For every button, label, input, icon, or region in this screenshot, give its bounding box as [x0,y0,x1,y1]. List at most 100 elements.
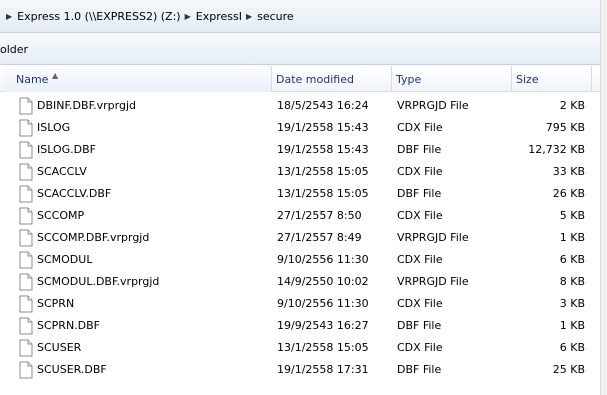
file-row[interactable]: SCCOMP 27/1/2557 8:50 CDX File 5 KB [0,205,600,227]
file-name: SCCOMP [37,209,85,222]
file-name: ISLOG.DBF [37,143,96,156]
file-date-modified: 13/1/2558 15:05 [277,341,369,354]
file-date-modified: 18/5/2543 16:24 [277,99,369,112]
file-icon [19,361,33,379]
file-type: VRPRGJD File [397,231,469,244]
file-icon [19,317,33,335]
column-header-type-label: Type [396,73,422,86]
column-header-date-label: Date modified [276,73,354,86]
column-header-size[interactable]: Size [512,66,592,92]
file-icon [19,273,33,291]
breadcrumb-drive[interactable]: Express 1.0 (\\EXPRESS2) (Z:) [17,10,180,23]
file-row[interactable]: SCUSER.DBF 19/1/2558 17:31 DBF File 25 KB [0,359,600,381]
file-icon [19,229,33,247]
file-list: DBINF.DBF.vrprgjd 18/5/2543 16:24 VRPRGJD … [0,95,600,381]
sort-ascending-icon: ▲ [52,71,59,80]
file-name: SCPRN [37,297,75,310]
file-name: SCACCLV [37,165,87,178]
file-date-modified: 27/1/2557 8:50 [277,209,362,222]
file-type: VRPRGJD File [397,99,469,112]
file-icon [19,97,33,115]
scrollbar[interactable] [600,0,607,395]
file-name: DBINF.DBF.vrprgjd [37,99,136,112]
file-type: CDX File [397,209,443,222]
file-date-modified: 14/9/2550 10:02 [277,275,369,288]
file-size: 795 KB [545,121,585,134]
file-size: 5 KB [559,209,585,222]
file-name: SCMODUL [37,253,93,266]
file-size: 3 KB [559,297,585,310]
file-icon [19,119,33,137]
file-type: DBF File [397,319,442,332]
file-row[interactable]: SCMODUL.DBF.vrprgjd 14/9/2550 10:02 VRPRGJ… [0,271,600,293]
breadcrumb: ▶ Express 1.0 (\\EXPRESS2) (Z:) ▶ Expres… [2,10,294,23]
file-size: 33 KB [552,165,585,178]
file-name: SCACCLV.DBF [37,187,112,200]
file-name: SCCOMP.DBF.vrprgjd [37,231,150,244]
file-date-modified: 27/1/2557 8:49 [277,231,362,244]
file-type: DBF File [397,363,442,376]
breadcrumb-expressi[interactable]: ExpressI [196,10,242,23]
breadcrumb-secure[interactable]: secure [257,10,294,23]
column-header-size-label: Size [516,73,539,86]
file-row[interactable]: ISLOG 19/1/2558 15:43 CDX File 795 KB [0,117,600,139]
file-icon [19,207,33,225]
file-row[interactable]: SCMODUL 9/10/2556 11:30 CDX File 6 KB [0,249,600,271]
file-row[interactable]: SCACCLV.DBF 13/1/2558 15:05 DBF File 26 KB [0,183,600,205]
chevron-right-icon[interactable]: ▶ [6,12,12,21]
file-size: 2 KB [559,99,585,112]
file-size: 12,732 KB [528,143,585,156]
file-name: SCUSER [37,341,82,354]
column-header-name[interactable]: Name ▲ [4,66,272,92]
chevron-right-icon[interactable]: ▶ [246,12,252,21]
column-header-date[interactable]: Date modified [272,66,392,92]
file-date-modified: 9/10/2556 11:30 [277,297,369,310]
file-size: 1 KB [559,231,585,244]
file-type: CDX File [397,297,443,310]
file-icon [19,141,33,159]
file-row[interactable]: ISLOG.DBF 19/1/2558 15:43 DBF File 12,732 K… [0,139,600,161]
file-name: ISLOG [37,121,71,134]
file-name: SCMODUL.DBF.vrprgjd [37,275,160,288]
column-header-row: Name ▲ Date modified Type Size [0,66,607,92]
file-icon [19,185,33,203]
column-header-name-label: Name [16,73,49,86]
file-date-modified: 9/10/2556 11:30 [277,253,369,266]
file-size: 8 KB [559,275,585,288]
file-type: CDX File [397,121,443,134]
file-date-modified: 19/1/2558 15:43 [277,121,369,134]
file-size: 26 KB [552,187,585,200]
new-folder-button[interactable]: older [0,43,28,56]
file-date-modified: 19/1/2558 15:43 [277,143,369,156]
file-size: 25 KB [552,363,585,376]
file-row[interactable]: SCUSER 13/1/2558 15:05 CDX File 6 KB [0,337,600,359]
file-type: CDX File [397,253,443,266]
command-toolbar: older [0,33,607,65]
file-date-modified: 19/9/2543 16:27 [277,319,369,332]
file-date-modified: 13/1/2558 15:05 [277,187,369,200]
file-date-modified: 19/1/2558 17:31 [277,363,369,376]
column-header-type[interactable]: Type [392,66,512,92]
file-icon [19,295,33,313]
file-size: 6 KB [559,341,585,354]
file-icon [19,251,33,269]
file-icon [19,339,33,357]
file-row[interactable]: DBINF.DBF.vrprgjd 18/5/2543 16:24 VRPRGJD … [0,95,600,117]
file-date-modified: 13/1/2558 15:05 [277,165,369,178]
file-icon [19,163,33,181]
file-type: DBF File [397,187,442,200]
file-row[interactable]: SCCOMP.DBF.vrprgjd 27/1/2557 8:49 VRPRGJD … [0,227,600,249]
file-row[interactable]: SCPRN.DBF 19/9/2543 16:27 DBF File 1 KB [0,315,600,337]
file-type: CDX File [397,341,443,354]
chevron-right-icon[interactable]: ▶ [185,12,191,21]
file-size: 6 KB [559,253,585,266]
file-name: SCUSER.DBF [37,363,107,376]
file-name: SCPRN.DBF [37,319,101,332]
file-row[interactable]: SCPRN 9/10/2556 11:30 CDX File 3 KB [0,293,600,315]
file-type: CDX File [397,165,443,178]
file-size: 1 KB [559,319,585,332]
address-bar[interactable]: ▶ Express 1.0 (\\EXPRESS2) (Z:) ▶ Expres… [0,0,607,33]
file-type: DBF File [397,143,442,156]
file-type: VRPRGJD File [397,275,469,288]
file-row[interactable]: SCACCLV 13/1/2558 15:05 CDX File 33 KB [0,161,600,183]
